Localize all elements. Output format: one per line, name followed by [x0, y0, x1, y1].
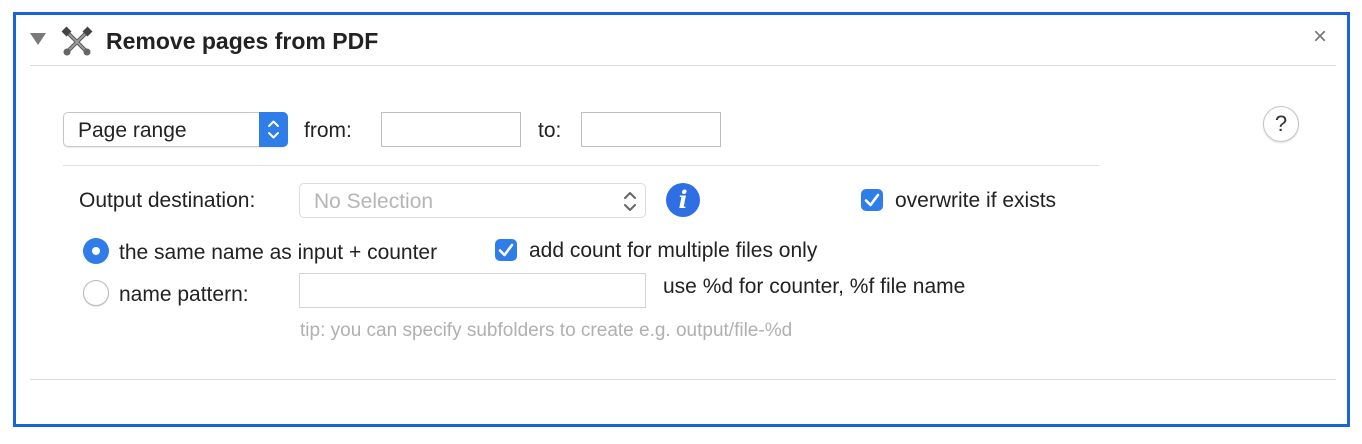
chevron-updown-icon [624, 192, 636, 211]
help-button[interactable]: ? [1263, 106, 1299, 142]
disclosure-triangle-icon[interactable] [30, 33, 46, 45]
checkmark-icon [498, 243, 514, 257]
footer-divider [30, 379, 1336, 380]
action-panel: Remove pages from PDF × Page range from:… [13, 12, 1350, 427]
name-pattern-hint: use %d for counter, %f file name [663, 275, 966, 298]
add-count-checkbox[interactable] [495, 239, 517, 261]
name-pattern-radio[interactable] [83, 280, 109, 306]
section-divider [63, 165, 1099, 166]
same-name-label: the same name as input + counter [119, 241, 438, 264]
output-destination-label: Output destination: [79, 189, 256, 212]
same-name-radio[interactable] [83, 238, 109, 264]
from-label: from: [304, 119, 352, 142]
range-mode-value: Page range [78, 119, 187, 142]
output-destination-select[interactable]: No Selection [299, 183, 646, 218]
name-pattern-input[interactable] [299, 273, 646, 308]
from-page-input[interactable] [381, 112, 521, 147]
panel-title: Remove pages from PDF [106, 28, 379, 54]
close-icon[interactable]: × [1313, 25, 1327, 49]
header-divider [30, 65, 1336, 66]
output-destination-value: No Selection [314, 190, 434, 213]
info-icon[interactable]: i [666, 183, 700, 217]
add-count-label: add count for multiple files only [529, 239, 818, 262]
checkmark-icon [864, 193, 880, 207]
select-stepper [259, 112, 288, 147]
to-label: to: [538, 119, 562, 142]
chevron-updown-icon [268, 120, 279, 139]
name-pattern-label: name pattern: [119, 283, 249, 306]
subfolder-tip: tip: you can specify subfolders to creat… [300, 320, 793, 341]
overwrite-label: overwrite if exists [895, 189, 1057, 212]
overwrite-checkbox[interactable] [861, 189, 883, 211]
radio-dot [92, 247, 100, 255]
to-page-input[interactable] [581, 112, 721, 147]
crossed-tools-icon [61, 26, 93, 56]
range-mode-select[interactable]: Page range [63, 112, 288, 147]
